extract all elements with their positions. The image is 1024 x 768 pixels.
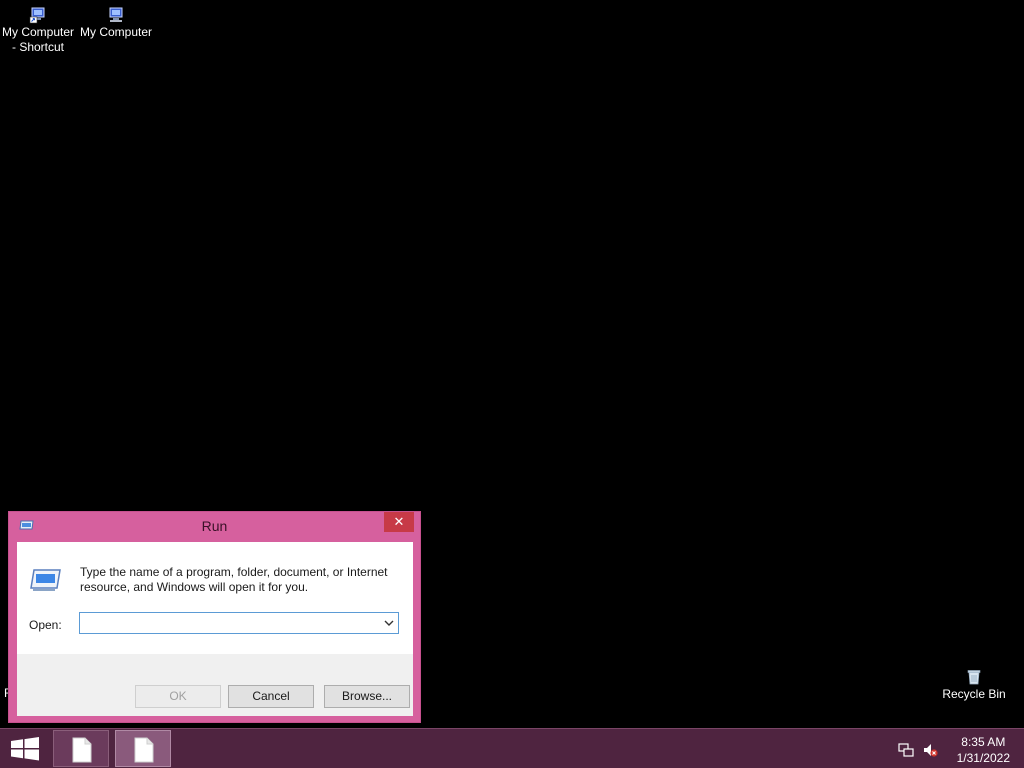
taskbar: 8:35 AM 1/31/2022 [0,728,1024,768]
desktop-icon-my-computer[interactable]: My Computer [78,6,154,40]
document-icon [134,737,154,763]
open-combobox[interactable] [79,612,399,634]
icon-label: My Computer [79,25,153,39]
run-titlebar[interactable]: Run ✕ [9,512,420,542]
volume-muted-icon[interactable] [922,742,938,758]
cancel-button[interactable]: Cancel [228,685,314,708]
network-icon[interactable] [898,742,914,758]
system-clock[interactable]: 8:35 AM 1/31/2022 [957,734,1010,766]
icon-label-line1: My Computer [1,25,75,39]
recycle-bin-icon [967,670,981,685]
desktop-icon-my-computer-shortcut[interactable]: My Computer - Shortcut [0,6,76,55]
run-dialog[interactable]: Run ✕ Type the name of a program, folder… [8,511,421,723]
windows-start-icon[interactable] [6,735,44,763]
chevron-down-icon[interactable] [382,616,396,630]
close-button[interactable]: ✕ [384,512,414,532]
open-input[interactable] [83,614,377,634]
icon-label: Recycle Bin [942,687,1006,701]
clock-date: 1/31/2022 [956,751,1010,765]
ok-button[interactable]: OK [135,685,221,708]
window-title: Run [201,518,228,534]
taskbar-button-document-2[interactable] [115,730,171,767]
computer-icon [109,7,123,22]
run-dialog-body: Type the name of a program, folder, docu… [17,542,413,716]
document-icon [72,737,92,763]
computer-shortcut-icon [29,7,45,24]
clock-time: 8:35 AM [961,735,1006,749]
run-description: Type the name of a program, folder, docu… [80,565,388,594]
browse-button[interactable]: Browse... [324,685,410,708]
icon-label-line2: - Shortcut [11,40,65,54]
desktop-icon-recycle-bin[interactable]: Recycle Bin [936,668,1012,702]
run-program-icon [30,569,61,591]
open-label: Open: [29,618,62,632]
taskbar-button-document-1[interactable] [53,730,109,767]
